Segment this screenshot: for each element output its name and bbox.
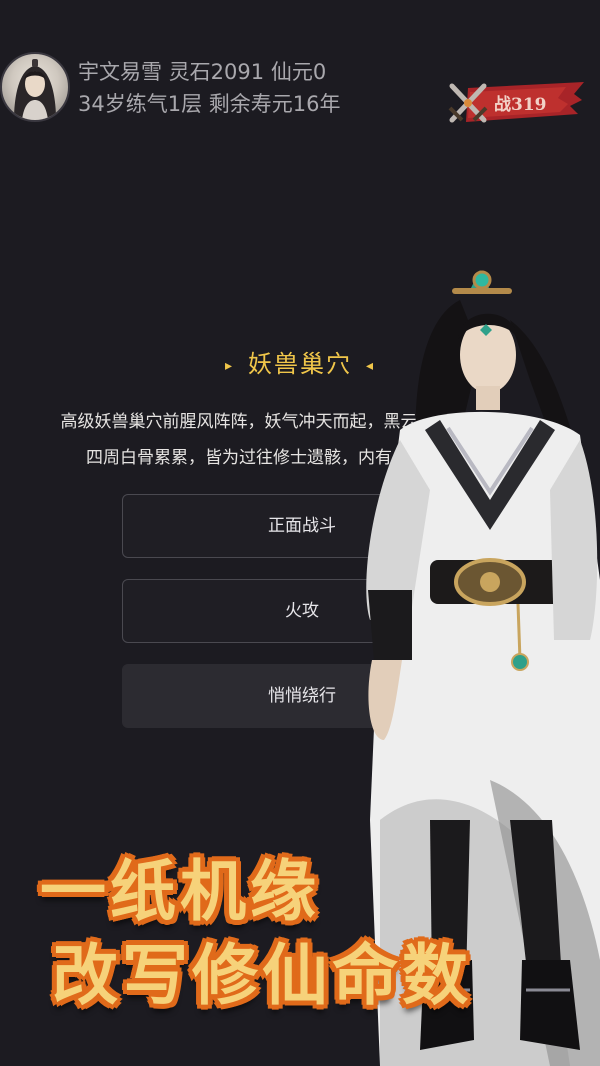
- age-level: 34岁练气1层: [78, 92, 203, 116]
- character-portrait-icon: [14, 59, 56, 120]
- stats-line-1: 宇文易雪 灵石2091 仙元0: [78, 56, 341, 88]
- slogan-line-2: 改写修仙命数: [52, 937, 472, 1014]
- player-avatar[interactable]: [0, 52, 70, 122]
- crossed-swords-icon: [448, 83, 488, 123]
- immortal-yuan: 仙元0: [270, 60, 327, 84]
- battle-power-badge[interactable]: 战319: [446, 78, 586, 128]
- spirit-stones: 灵石2091: [168, 60, 265, 84]
- battle-power-label: 战319: [494, 95, 547, 115]
- title-mark-left: ▸: [224, 357, 234, 374]
- player-stats: 宇文易雪 灵石2091 仙元0 34岁练气1层 剩余寿元16年: [78, 56, 341, 120]
- player-name: 宇文易雪: [78, 60, 162, 84]
- scene-title-text: 妖兽巢穴: [248, 350, 352, 378]
- lifespan: 剩余寿元16年: [208, 92, 341, 116]
- stats-line-2: 34岁练气1层 剩余寿元16年: [78, 88, 341, 120]
- slogan-line-1: 一纸机缘: [40, 853, 320, 930]
